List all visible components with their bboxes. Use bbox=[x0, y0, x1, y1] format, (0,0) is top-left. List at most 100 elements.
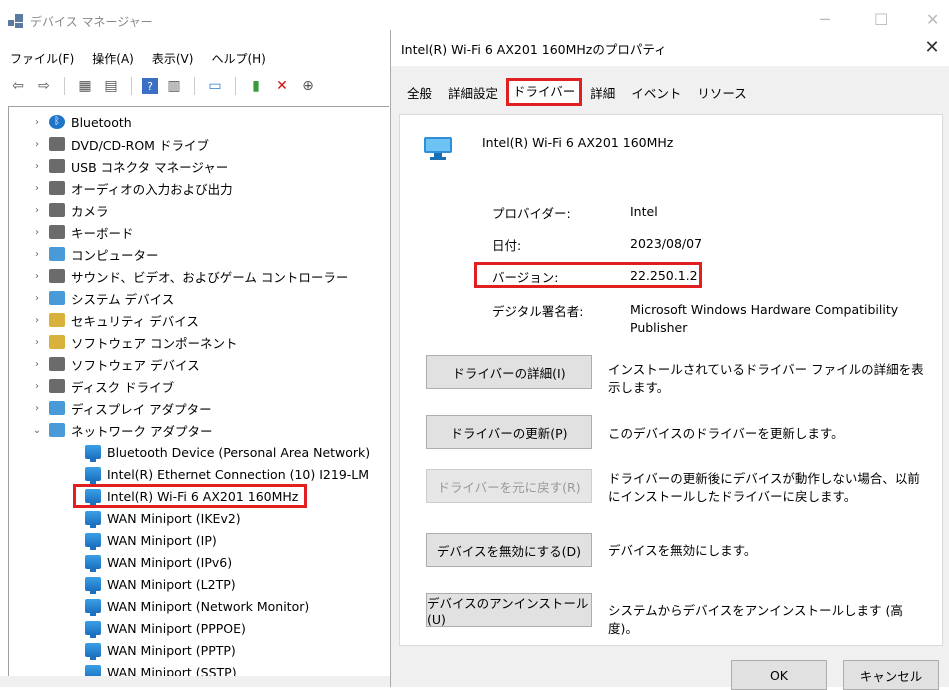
computer-icon bbox=[49, 247, 65, 261]
uninstall-device-button[interactable]: デバイスのアンインストール(U) bbox=[426, 593, 592, 627]
view-icon[interactable]: ▦ bbox=[75, 76, 95, 96]
help-icon[interactable]: ? bbox=[142, 78, 158, 94]
rollback-driver-button[interactable]: ドライバーを元に戻す(R) bbox=[426, 469, 592, 503]
menu-view[interactable]: 表示(V) bbox=[150, 48, 196, 69]
dialog-title: Intel(R) Wi-Fi 6 AX201 160MHzのプロパティ bbox=[401, 41, 667, 57]
tree-node[interactable]: › キーボード bbox=[31, 221, 134, 243]
tree-node-label: Bluetooth bbox=[71, 114, 132, 130]
chevron-right-icon[interactable]: › bbox=[31, 117, 43, 128]
tree-node-label: USB コネクタ マネージャー bbox=[71, 159, 229, 175]
menu-help[interactable]: ヘルプ(H) bbox=[209, 48, 267, 69]
chevron-right-icon[interactable]: › bbox=[31, 403, 43, 414]
add-driver-icon[interactable]: ▮ bbox=[246, 76, 266, 96]
tree-node[interactable]: › システム デバイス bbox=[31, 287, 174, 309]
tree-node-label: サウンド、ビデオ、およびゲーム コントローラー bbox=[71, 269, 349, 285]
sound-icon bbox=[49, 269, 65, 283]
network-adapter-label: Bluetooth Device (Personal Area Network) bbox=[107, 444, 371, 460]
maximize-icon[interactable]: ☐ bbox=[874, 10, 888, 29]
network-adapter-item[interactable]: WAN Miniport (PPPOE) bbox=[85, 617, 246, 639]
network-adapter-item[interactable]: WAN Miniport (IKEv2) bbox=[85, 507, 241, 529]
menu-action[interactable]: 操作(A) bbox=[90, 48, 136, 69]
close-icon[interactable]: ✕ bbox=[926, 10, 939, 29]
disable-device-desc: デバイスを無効にします。 bbox=[608, 543, 757, 558]
ok-button[interactable]: OK bbox=[731, 660, 827, 690]
chevron-right-icon[interactable]: › bbox=[31, 227, 43, 238]
toolbar-separator bbox=[194, 77, 195, 95]
network-adapter-icon bbox=[85, 555, 101, 572]
chevron-right-icon[interactable]: › bbox=[31, 183, 43, 194]
software-component-icon bbox=[49, 335, 65, 349]
chevron-down-icon[interactable]: ⌄ bbox=[31, 425, 43, 436]
disable-device-button[interactable]: デバイスを無効にする(D) bbox=[426, 533, 592, 567]
chevron-right-icon[interactable]: › bbox=[31, 293, 43, 304]
tree-node[interactable]: › ディスク ドライブ bbox=[31, 375, 174, 397]
remove-icon[interactable]: ✕ bbox=[272, 76, 292, 96]
monitor-icon[interactable]: ▭ bbox=[205, 76, 225, 96]
cancel-button[interactable]: キャンセル bbox=[843, 660, 939, 690]
uninstall-device-desc: システムからデバイスをアンインストールします (高度)。 bbox=[608, 603, 903, 636]
device-manager-icon bbox=[8, 14, 24, 28]
back-arrow-icon[interactable]: ⇦ bbox=[8, 76, 28, 96]
download-icon[interactable]: ⊕ bbox=[298, 76, 318, 96]
network-adapter-item[interactable]: WAN Miniport (PPTP) bbox=[85, 639, 236, 661]
network-adapter-item[interactable]: WAN Miniport (IP) bbox=[85, 529, 217, 551]
menu-file[interactable]: ファイル(F) bbox=[8, 48, 76, 69]
tree-node[interactable]: › USB コネクタ マネージャー bbox=[31, 155, 228, 177]
tree-node[interactable]: › ソフトウェア コンポーネント bbox=[31, 331, 237, 353]
tab-resources[interactable]: リソース bbox=[689, 82, 755, 106]
dvd-drive-icon bbox=[49, 137, 65, 151]
network-adapter-item[interactable]: WAN Miniport (Network Monitor) bbox=[85, 595, 309, 617]
minimize-icon[interactable]: ─ bbox=[820, 10, 830, 29]
driver-details-button[interactable]: ドライバーの詳細(I) bbox=[426, 355, 592, 389]
tab-driver[interactable]: ドライバー bbox=[506, 78, 583, 106]
tree-node[interactable]: › ソフトウェア デバイス bbox=[31, 353, 200, 375]
forward-arrow-icon[interactable]: ⇨ bbox=[34, 76, 54, 96]
disk-drive-icon bbox=[49, 379, 65, 393]
dialog-title-bar: Intel(R) Wi-Fi 6 AX201 160MHzのプロパティ ✕ bbox=[391, 30, 949, 66]
chevron-right-icon[interactable]: › bbox=[31, 359, 43, 370]
chevron-right-icon[interactable]: › bbox=[31, 337, 43, 348]
window-title: デバイス マネージャー bbox=[30, 14, 153, 29]
properties-icon[interactable]: ▤ bbox=[101, 76, 121, 96]
menu-bar: ファイル(F) 操作(A) 表示(V) ヘルプ(H) bbox=[8, 48, 268, 69]
tab-advanced[interactable]: 詳細設定 bbox=[440, 82, 507, 106]
status-bar bbox=[0, 676, 390, 687]
chevron-right-icon[interactable]: › bbox=[31, 161, 43, 172]
chevron-right-icon[interactable]: › bbox=[31, 271, 43, 282]
network-adapter-item[interactable]: Bluetooth Device (Personal Area Network) bbox=[85, 441, 370, 463]
signer-value: Microsoft Windows Hardware Compatibility… bbox=[630, 302, 899, 335]
tree-node[interactable]: › コンピューター bbox=[31, 243, 159, 265]
tree-node[interactable]: › ᛒ Bluetooth bbox=[31, 111, 132, 133]
tree-node[interactable]: › ディスプレイ アダプター bbox=[31, 397, 212, 419]
update-driver-button[interactable]: ドライバーの更新(P) bbox=[426, 415, 592, 449]
chevron-right-icon[interactable]: › bbox=[31, 249, 43, 260]
tree-node[interactable]: › オーディオの入力および出力 bbox=[31, 177, 233, 199]
chevron-right-icon[interactable]: › bbox=[31, 315, 43, 326]
display-adapter-icon bbox=[49, 401, 65, 415]
tree-node-label: キーボード bbox=[71, 225, 134, 241]
device-name: Intel(R) Wi-Fi 6 AX201 160MHz bbox=[482, 135, 674, 150]
tab-events[interactable]: イベント bbox=[623, 82, 690, 106]
update-driver-desc: このデバイスのドライバーを更新します。 bbox=[608, 426, 844, 441]
network-adapter-item[interactable]: WAN Miniport (L2TP) bbox=[85, 573, 236, 595]
view-list-icon[interactable]: ▥ bbox=[164, 76, 184, 96]
tab-general[interactable]: 全般 bbox=[399, 82, 441, 106]
tree-node[interactable]: › DVD/CD-ROM ドライブ bbox=[31, 133, 209, 155]
tree-node[interactable]: › セキュリティ デバイス bbox=[31, 309, 199, 331]
chevron-right-icon[interactable]: › bbox=[31, 205, 43, 216]
system-folder-icon bbox=[49, 291, 65, 305]
tree-node[interactable]: › カメラ bbox=[31, 199, 109, 221]
close-icon[interactable]: ✕ bbox=[920, 36, 944, 60]
tab-details[interactable]: 詳細 bbox=[582, 82, 624, 106]
network-adapter-label: WAN Miniport (IKEv2) bbox=[107, 510, 241, 526]
tree-node[interactable]: ⌄ ネットワーク アダプター bbox=[31, 419, 212, 441]
tree-node[interactable]: › サウンド、ビデオ、およびゲーム コントローラー bbox=[31, 265, 348, 287]
network-adapter-item[interactable]: WAN Miniport (IPv6) bbox=[85, 551, 232, 573]
window-title-bar: デバイス マネージャー bbox=[8, 10, 153, 32]
chevron-right-icon[interactable]: › bbox=[31, 381, 43, 392]
network-adapter-icon bbox=[85, 467, 101, 484]
chevron-right-icon[interactable]: › bbox=[31, 139, 43, 150]
network-adapter-label: WAN Miniport (PPTP) bbox=[107, 642, 236, 658]
network-adapter-item[interactable]: Intel(R) Ethernet Connection (10) I219-L… bbox=[85, 463, 369, 485]
keyboard-icon bbox=[49, 225, 65, 239]
